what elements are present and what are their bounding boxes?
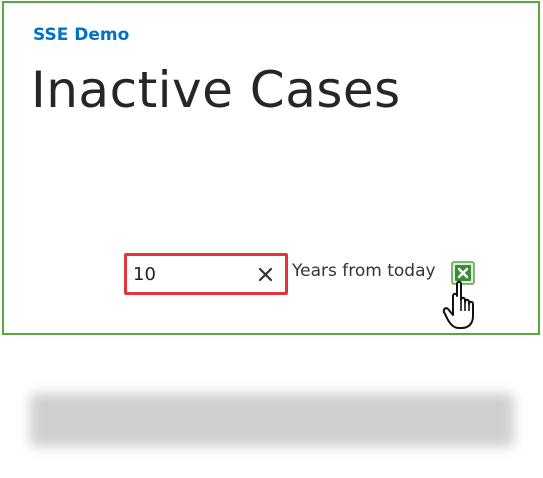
years-from-today-label: Years from today	[292, 261, 436, 281]
page-title: Inactive Cases	[31, 61, 401, 119]
blurred-content-bar	[30, 393, 514, 447]
years-input[interactable]	[133, 262, 243, 286]
site-name-link[interactable]: SSE Demo	[33, 25, 129, 45]
years-input-highlight	[124, 253, 288, 295]
clear-input-button[interactable]	[255, 262, 277, 286]
export-to-excel-button[interactable]	[451, 261, 475, 285]
excel-icon	[451, 261, 475, 285]
close-icon	[258, 267, 273, 282]
